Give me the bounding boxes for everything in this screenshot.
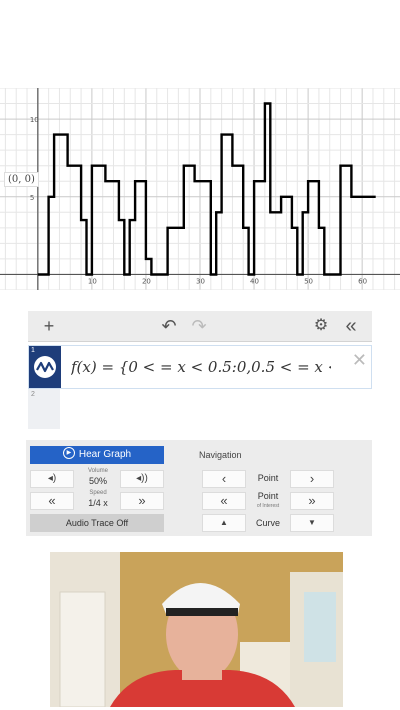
webcam-video (50, 552, 343, 707)
undo-icon[interactable]: ↶ (158, 316, 180, 336)
curve-label: Curve (255, 518, 280, 528)
expression-row-1[interactable]: 1 f(x) = {0 < = x < 0.5:0,0.5 < = x < 0.… (28, 345, 372, 389)
x-tick-label: 20 (142, 277, 151, 285)
audio-panel: ▶ Hear Graph ◂) Volume 50% ◂)) « Speed 1/… (26, 440, 372, 536)
poi-label: Point (257, 491, 279, 501)
expression-row-2[interactable]: 2 (28, 389, 372, 429)
double-chevron-left-icon[interactable]: « (340, 316, 362, 336)
expression-number: 1 (31, 347, 35, 354)
expression-panel: + ↶ ↷ ⚙ « 1 f(x) = {0 < = x < 0.5:0,0.5 … (28, 311, 372, 430)
expression-number: 2 (31, 391, 35, 398)
close-icon[interactable]: ✕ (352, 350, 367, 371)
graph-canvas[interactable]: 10 20 30 40 50 60 5 10 (0, 88, 400, 290)
play-icon: ▶ (62, 447, 75, 460)
graph-svg: 10 20 30 40 50 60 5 10 (0, 88, 400, 290)
speed-up-button[interactable]: » (120, 492, 164, 510)
prev-curve-button[interactable]: ▲ (202, 514, 246, 532)
hear-graph-label: Hear Graph (78, 449, 132, 460)
plus-icon[interactable]: + (38, 316, 60, 336)
x-tick-label: 60 (358, 277, 367, 285)
volume-up-button[interactable]: ◂)) (120, 470, 164, 488)
point-label: Point (257, 473, 279, 483)
hear-graph-button[interactable]: ▶ Hear Graph (30, 446, 164, 464)
expression-gutter: 1 (29, 346, 61, 388)
x-tick-label: 50 (304, 277, 313, 285)
expression-toolbar: + ↶ ↷ ⚙ « (28, 311, 372, 342)
audio-trace-button[interactable]: Audio Trace Off (30, 514, 164, 532)
gear-icon[interactable]: ⚙ (310, 316, 332, 336)
prev-poi-button[interactable]: « (202, 492, 246, 510)
next-point-button[interactable]: › (290, 470, 334, 488)
expression-gutter: 2 (28, 389, 60, 429)
speed-caption: Speed (89, 490, 107, 496)
expression-input[interactable]: f(x) = {0 < = x < 0.5:0,0.5 < = x < 0.! (71, 358, 331, 376)
graph-wave-icon[interactable] (34, 356, 56, 378)
origin-label: (0, 0) (4, 172, 39, 187)
x-tick-label: 10 (88, 277, 97, 285)
y-tick-label: 5 (30, 194, 34, 202)
poi-sublabel: of Interest (256, 503, 280, 509)
volume-value: 50% (88, 476, 107, 486)
speed-down-button[interactable]: « (30, 492, 74, 510)
speed-value: 1/4 x (88, 498, 108, 508)
function-curve[interactable] (37, 102, 376, 276)
redo-icon[interactable]: ↷ (188, 316, 210, 336)
y-tick-label: 10 (30, 116, 39, 124)
navigation-title: Navigation (199, 450, 242, 460)
prev-point-button[interactable]: ‹ (202, 470, 246, 488)
x-tick-label: 30 (196, 277, 205, 285)
next-curve-button[interactable]: ▼ (290, 514, 334, 532)
x-tick-label: 40 (250, 277, 259, 285)
volume-down-button[interactable]: ◂) (30, 470, 74, 488)
volume-caption: Volume (87, 468, 108, 474)
next-poi-button[interactable]: » (290, 492, 334, 510)
